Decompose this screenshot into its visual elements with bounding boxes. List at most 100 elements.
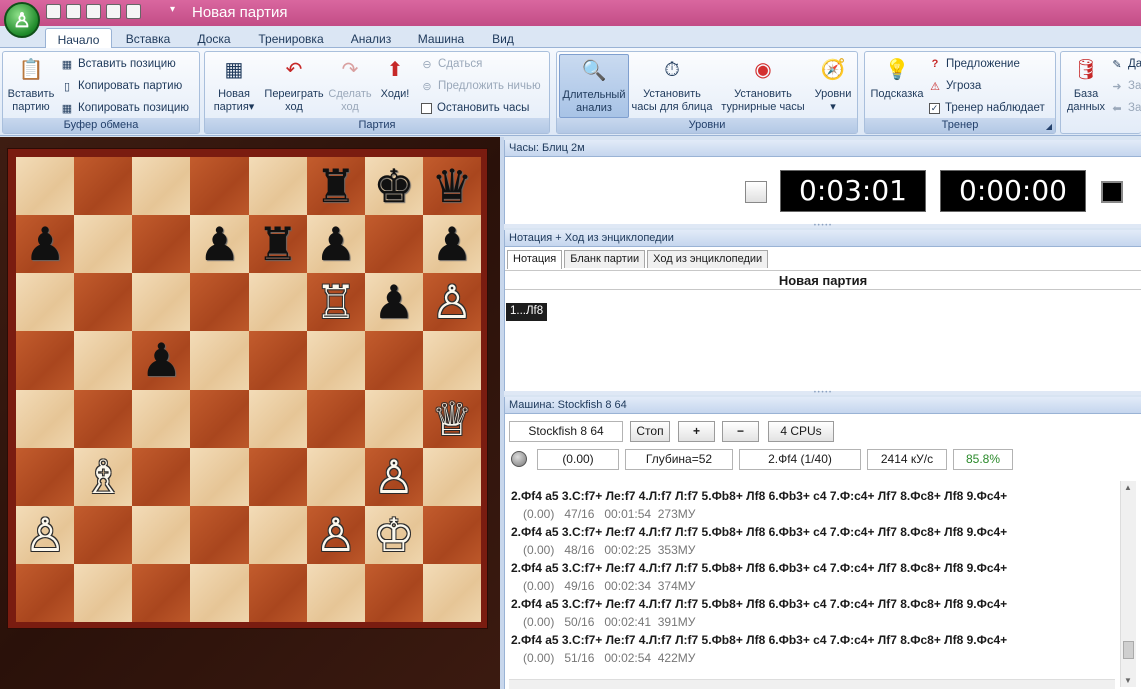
square-h3[interactable] xyxy=(422,447,481,506)
square-f3[interactable] xyxy=(306,447,365,506)
square-f5[interactable] xyxy=(306,331,365,390)
square-b4[interactable] xyxy=(74,389,133,448)
piece-g8[interactable]: ♚ xyxy=(365,157,423,215)
piece-c5[interactable]: ♟ xyxy=(132,331,190,389)
square-c2[interactable] xyxy=(132,505,191,564)
engine-line-moves[interactable]: 2.Фf4 a5 3.С:f7+ Лe:f7 4.Л:f7 Л:f7 5.Фb8… xyxy=(511,523,1111,541)
square-c3[interactable] xyxy=(132,447,191,506)
square-f4[interactable] xyxy=(306,389,365,448)
piece-a7[interactable]: ♟ xyxy=(16,215,74,273)
paste-position-button[interactable]: ▦ Вставить позицию xyxy=(61,58,176,71)
piece-d7[interactable]: ♟ xyxy=(190,215,248,273)
square-c4[interactable] xyxy=(132,389,191,448)
piece-f8[interactable]: ♜ xyxy=(307,157,365,215)
square-h2[interactable] xyxy=(422,505,481,564)
make-move-button[interactable]: ↷ Сделать ход xyxy=(325,56,375,114)
pane-splitter[interactable]: • • • • • xyxy=(504,390,1141,396)
copy-game-button[interactable]: ▯ Копировать партию xyxy=(61,80,182,93)
square-a3[interactable] xyxy=(16,447,75,506)
tab-analysis[interactable]: Анализ xyxy=(342,30,400,48)
replay-move-button[interactable]: ↶ Переиграть ход xyxy=(261,56,327,114)
chessboard-icon[interactable] xyxy=(106,4,121,19)
square-e5[interactable] xyxy=(248,331,307,390)
square-e1[interactable] xyxy=(248,563,307,622)
piece-f6[interactable]: ♖ xyxy=(307,273,365,331)
piece-e7[interactable]: ♜ xyxy=(249,215,307,273)
square-c8[interactable] xyxy=(132,157,191,216)
square-h5[interactable] xyxy=(422,331,481,390)
undo-icon[interactable] xyxy=(86,4,101,19)
engine-line-moves[interactable]: 2.Фf4 a5 3.С:f7+ Лe:f7 4.Л:f7 Л:f7 5.Фb8… xyxy=(511,559,1111,577)
vertical-scrollbar[interactable]: ▲ ▼ xyxy=(1120,481,1136,687)
square-e4[interactable] xyxy=(248,389,307,448)
square-g1[interactable] xyxy=(364,563,423,622)
piece-b3[interactable]: ♗ xyxy=(74,448,132,506)
piece-h7[interactable]: ♟ xyxy=(423,215,481,273)
db-item-1[interactable]: ✎ Да xyxy=(1111,58,1141,71)
square-d8[interactable] xyxy=(190,157,249,216)
square-h1[interactable] xyxy=(422,563,481,622)
tab-board[interactable]: Доска xyxy=(188,30,240,48)
square-a8[interactable] xyxy=(16,157,75,216)
paste-game-button[interactable]: 📋 Вставить партию xyxy=(5,56,57,114)
square-g4[interactable] xyxy=(364,389,423,448)
stop-engine-button[interactable]: Стоп xyxy=(630,421,670,442)
square-b1[interactable] xyxy=(74,563,133,622)
square-g7[interactable] xyxy=(364,215,423,274)
square-d1[interactable] xyxy=(190,563,249,622)
square-c7[interactable] xyxy=(132,215,191,274)
square-c6[interactable] xyxy=(132,273,191,332)
new-game-button[interactable]: ▦ Новая партия▾ xyxy=(209,56,259,114)
print-icon[interactable] xyxy=(126,4,141,19)
offer-draw-button[interactable]: ⊜ Предложить ничью xyxy=(421,80,540,93)
square-e8[interactable] xyxy=(248,157,307,216)
piece-g6[interactable]: ♟ xyxy=(365,273,423,331)
scroll-down-icon[interactable]: ▼ xyxy=(1124,676,1132,685)
checkbox[interactable] xyxy=(421,102,432,114)
levels-button[interactable]: 🧭 Уровни ▾ xyxy=(811,56,855,114)
square-b6[interactable] xyxy=(74,273,133,332)
long-analysis-button[interactable]: 🔍 Длительный анализ xyxy=(559,54,629,118)
db-item-3[interactable]: ⬅ За xyxy=(1111,102,1141,115)
notation-move[interactable]: 1...Лf8 xyxy=(506,303,548,321)
tab-home[interactable]: Начало xyxy=(45,28,112,49)
dialog-launcher-icon[interactable]: ◢ xyxy=(1046,122,1052,131)
engine-line-moves[interactable]: 2.Фf4 a5 3.С:f7+ Лe:f7 4.Л:f7 Л:f7 5.Фb8… xyxy=(511,487,1111,505)
square-d3[interactable] xyxy=(190,447,249,506)
square-c1[interactable] xyxy=(132,563,191,622)
piece-h6[interactable]: ♙ xyxy=(423,273,481,331)
square-d5[interactable] xyxy=(190,331,249,390)
blitz-clock-button[interactable]: ⏱ Установить часы для блица xyxy=(631,56,713,114)
resign-button[interactable]: ⊖ Сдаться xyxy=(421,58,482,71)
suggestion-button[interactable]: ? Предложение xyxy=(929,58,1020,70)
qat-dropdown-icon[interactable]: ▾ xyxy=(170,4,175,15)
add-line-button[interactable]: + xyxy=(678,421,715,442)
tournament-clock-button[interactable]: ◉ Установить турнирные часы xyxy=(715,56,811,114)
square-b2[interactable] xyxy=(74,505,133,564)
tab-scoresheet[interactable]: Бланк партии xyxy=(564,250,646,268)
scroll-up-icon[interactable]: ▲ xyxy=(1124,483,1132,492)
database-button[interactable]: 🛢 База данных xyxy=(1063,56,1109,114)
cpus-button[interactable]: 4 CPUs xyxy=(768,421,834,442)
piece-h4[interactable]: ♕ xyxy=(423,390,481,448)
square-e3[interactable] xyxy=(248,447,307,506)
engine-line-moves[interactable]: 2.Фf4 a5 3.С:f7+ Лe:f7 4.Л:f7 Л:f7 5.Фb8… xyxy=(511,595,1111,613)
piece-f7[interactable]: ♟ xyxy=(307,215,365,273)
square-a1[interactable] xyxy=(16,563,75,622)
copy-icon[interactable] xyxy=(66,4,81,19)
scroll-thumb[interactable] xyxy=(1123,641,1134,659)
square-g5[interactable] xyxy=(364,331,423,390)
square-e2[interactable] xyxy=(248,505,307,564)
piece-f2[interactable]: ♙ xyxy=(307,506,365,564)
piece-g2[interactable]: ♔ xyxy=(365,506,423,564)
threat-button[interactable]: ⚠ Угроза xyxy=(929,80,981,93)
checkbox-checked[interactable]: ✓ xyxy=(929,102,940,114)
square-d6[interactable] xyxy=(190,273,249,332)
your-move-button[interactable]: ⬆ Ходи! xyxy=(377,56,413,101)
horizontal-scrollbar[interactable] xyxy=(509,679,1115,689)
square-e6[interactable] xyxy=(248,273,307,332)
tab-engine[interactable]: Машина xyxy=(410,30,472,48)
square-b8[interactable] xyxy=(74,157,133,216)
piece-a2[interactable]: ♙ xyxy=(16,506,74,564)
square-d4[interactable] xyxy=(190,389,249,448)
